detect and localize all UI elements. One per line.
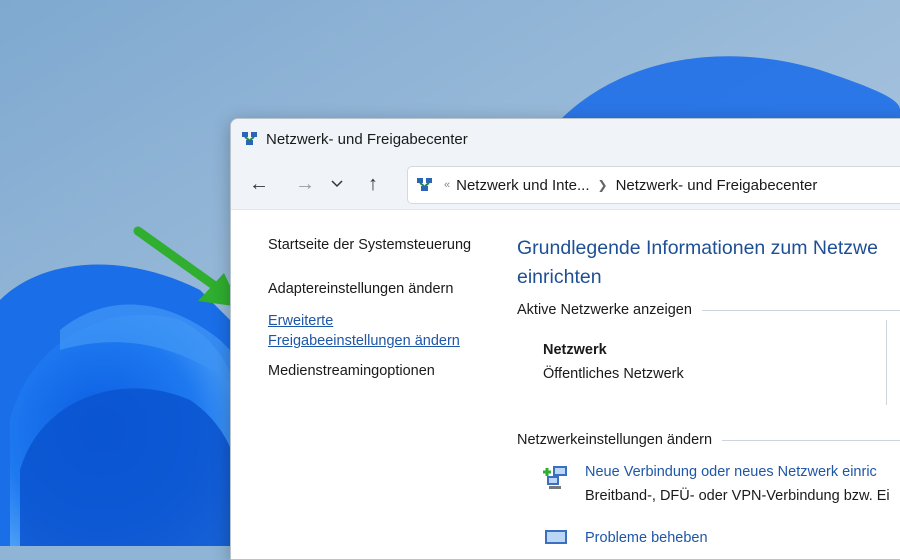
advanced-sharing-line1[interactable]: Erweiterte bbox=[268, 313, 333, 329]
control-panel-window: Netzwerk- und Freigabecenter ← → ↑ « Net… bbox=[230, 118, 900, 560]
arrow-up-icon: ↑ bbox=[368, 172, 378, 195]
section-divider bbox=[722, 439, 900, 441]
main-content: Startseite der Systemsteuerung Adapterei… bbox=[231, 210, 900, 559]
up-button[interactable]: ↑ bbox=[355, 166, 391, 202]
page-title: Grundlegende Informationen zum Netzwe ei… bbox=[517, 234, 900, 292]
page-title-line2: einrichten bbox=[517, 266, 602, 288]
page-title-line1: Grundlegende Informationen zum Netzwe bbox=[517, 237, 878, 259]
recent-locations-button[interactable] bbox=[323, 166, 351, 202]
address-bar[interactable]: « Netzwerk und Inte... ❯ Netzwerk- und F… bbox=[407, 166, 900, 204]
double-chevron-icon[interactable]: « bbox=[444, 179, 450, 191]
sidebar-item-home[interactable]: Startseite der Systemsteuerung bbox=[268, 235, 508, 255]
navigation-bar: ← → ↑ « Netzwerk und Inte... ❯ Netzwerk- bbox=[231, 159, 900, 210]
title-bar: Netzwerk- und Freigabecenter bbox=[231, 119, 900, 159]
arrow-right-icon: → bbox=[295, 172, 315, 195]
new-connection-link[interactable]: Neue Verbindung oder neues Netzwerk einr… bbox=[585, 462, 890, 482]
arrow-left-icon: ← bbox=[249, 172, 269, 195]
change-settings-label: Netzwerkeinstellungen ändern bbox=[517, 432, 713, 448]
new-connection-icon bbox=[543, 466, 567, 489]
forward-button[interactable]: → bbox=[287, 166, 323, 202]
task-troubleshoot: Probleme beheben bbox=[541, 528, 708, 558]
troubleshoot-link[interactable]: Probleme beheben bbox=[585, 528, 708, 548]
back-button[interactable]: ← bbox=[241, 166, 277, 202]
window-title: Netzwerk- und Freigabecenter bbox=[266, 130, 468, 148]
network-center-icon bbox=[416, 176, 434, 194]
sidebar: Startseite der Systemsteuerung Adapterei… bbox=[268, 235, 508, 405]
network-center-icon bbox=[241, 130, 259, 148]
breadcrumb-network-center[interactable]: Netzwerk- und Freigabecenter bbox=[616, 177, 818, 194]
sidebar-item-advanced-sharing[interactable]: Erweiterte Freigabeeinstellungen ändern bbox=[268, 311, 508, 351]
vertical-divider bbox=[886, 320, 887, 405]
change-settings-section: Netzwerkeinstellungen ändern bbox=[517, 432, 900, 448]
section-divider bbox=[701, 309, 900, 311]
new-connection-description: Breitband-, DFÜ- oder VPN-Verbindung bzw… bbox=[585, 488, 890, 504]
sidebar-item-adapter-settings[interactable]: Adaptereinstellungen ändern bbox=[268, 279, 508, 299]
network-type: Öffentliches Netzwerk bbox=[543, 366, 684, 382]
network-name: Netzwerk bbox=[543, 342, 607, 358]
active-networks-label: Aktive Netzwerke anzeigen bbox=[517, 302, 692, 318]
active-networks-section: Aktive Netzwerke anzeigen bbox=[517, 302, 900, 318]
troubleshoot-icon bbox=[545, 530, 567, 544]
advanced-sharing-line2[interactable]: Freigabeeinstellungen ändern bbox=[268, 333, 460, 349]
sidebar-item-media-streaming[interactable]: Medienstreamingoptionen bbox=[268, 361, 508, 381]
breadcrumb-network-internet[interactable]: Netzwerk und Inte... bbox=[456, 177, 589, 194]
breadcrumb-separator-icon[interactable]: ❯ bbox=[598, 178, 608, 192]
chevron-down-icon bbox=[331, 180, 343, 188]
task-new-connection: Neue Verbindung oder neues Netzwerk einr… bbox=[541, 462, 890, 506]
